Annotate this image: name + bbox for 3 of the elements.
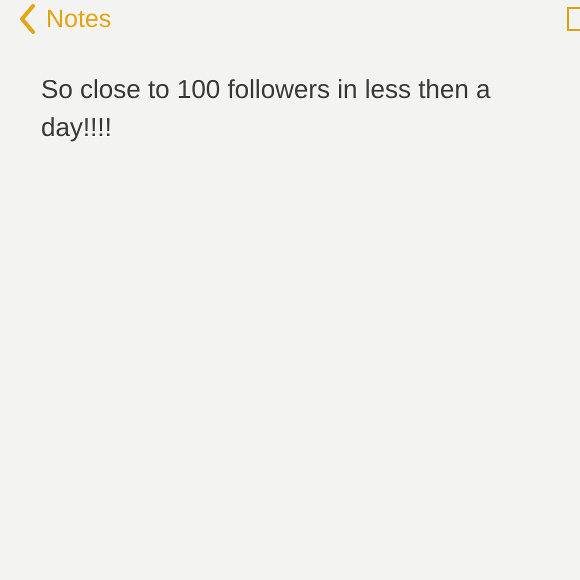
- back-button[interactable]: Notes: [18, 3, 112, 35]
- back-chevron-icon: [18, 3, 36, 35]
- note-text: So close to 100 followers in less then a day!!!!: [41, 73, 492, 144]
